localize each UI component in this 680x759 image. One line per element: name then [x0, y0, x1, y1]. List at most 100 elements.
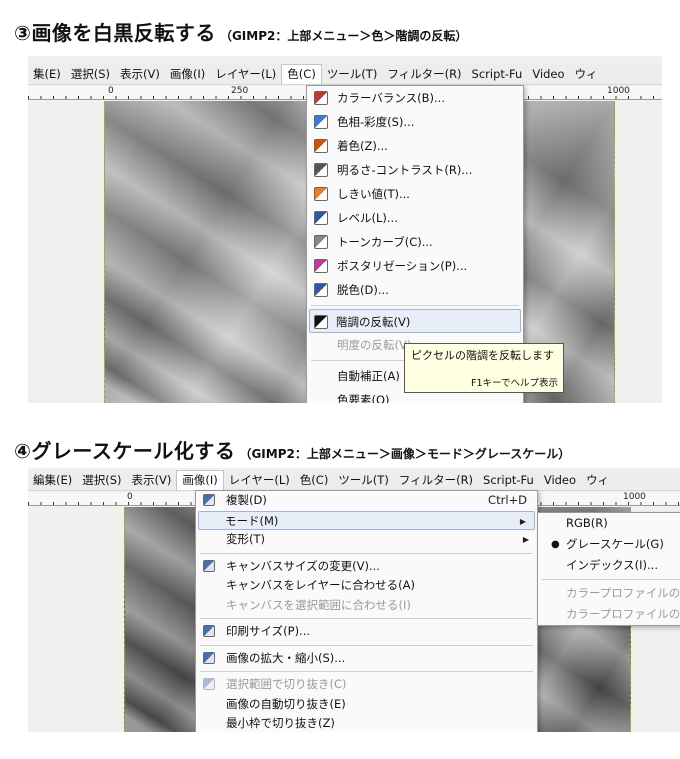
- color-balance-icon: [314, 91, 328, 105]
- gimp-screenshot-grayscale: 編集(E) 選択(S) 表示(V) 画像(I) レイヤー(L) 色(C) ツール(T) フィル…: [28, 468, 680, 732]
- menu-separator: [200, 552, 533, 554]
- menubar-item[interactable]: 選択(S): [66, 64, 115, 85]
- menubar-item[interactable]: レイヤー(L): [224, 470, 295, 491]
- submenu-item[interactable]: インデックス(I)...: [538, 555, 680, 576]
- menu-item[interactable]: 脱色(D)...: [307, 278, 523, 302]
- menu-item-label: 選択範囲で切り抜き(C): [226, 677, 347, 691]
- ruler-label: 0: [107, 86, 115, 96]
- menubar-item[interactable]: ウィ: [581, 470, 614, 491]
- menu-item-label: キャンバスを選択範囲に合わせる(I): [226, 597, 411, 612]
- menu-item-label: しきい値(T)...: [337, 187, 410, 201]
- menubar-item[interactable]: 選択(S): [77, 470, 126, 491]
- hue-saturation-icon: [314, 115, 328, 129]
- crop-icon: [203, 678, 215, 690]
- heading-title: 画像を白黒反転する: [31, 21, 216, 45]
- canvas-size-icon: [203, 559, 215, 572]
- menu-item-mode[interactable]: モード(M) ▶: [198, 510, 535, 530]
- submenu-item-label: インデックス(I)...: [566, 558, 658, 572]
- menu-item[interactable]: キャンバスをレイヤーに合わせる(A): [196, 576, 537, 596]
- menubar-item[interactable]: 画像(I): [176, 470, 224, 490]
- menubar: 編集(E) 選択(S) 表示(V) 画像(I) レイヤー(L) 色(C) ツール(T) フィル…: [28, 470, 680, 491]
- gimp-screenshot-invert: 集(E) 選択(S) 表示(V) 画像(I) レイヤー(L) 色(C) ツール(T) フィルタ…: [28, 56, 662, 403]
- menu-item-label: 自動補正(A): [337, 369, 400, 383]
- menubar-item[interactable]: ウィ: [570, 64, 603, 85]
- menu-separator: [200, 671, 533, 672]
- menu-item: 選択範囲で切り抜き(C): [196, 675, 537, 695]
- menu-item-label: 色相-彩度(S)...: [337, 115, 415, 129]
- curves-icon: [314, 235, 328, 249]
- menu-item-label: モード(M): [225, 513, 279, 528]
- menu-item-label: 複製(D): [226, 493, 267, 507]
- heading-title: グレースケール化する: [31, 439, 236, 463]
- tooltip-text: ピクセルの階調を反転します: [411, 349, 554, 362]
- menu-item-label: キャンバスをレイヤーに合わせる(A): [226, 578, 415, 592]
- menubar-item[interactable]: Video: [527, 64, 569, 85]
- menu-item-label: 明度の反転(V): [337, 338, 412, 352]
- menu-item[interactable]: 画像の自動切り抜き(E): [196, 695, 537, 715]
- menu-item-invert[interactable]: 階調の反転(V): [309, 309, 521, 333]
- menu-separator: [200, 618, 533, 619]
- menu-item-label: 脱色(D)...: [337, 283, 389, 297]
- menubar-item[interactable]: Video: [539, 470, 581, 491]
- menu-separator: [311, 305, 519, 306]
- menubar: 集(E) 選択(S) 表示(V) 画像(I) レイヤー(L) 色(C) ツール(T) フィルタ…: [28, 64, 662, 85]
- menu-item-label: 画像の自動切り抜き(E): [226, 696, 346, 711]
- ruler-label: 1000: [622, 492, 647, 502]
- menu-item[interactable]: キャンバスサイズの変更(V)...: [196, 557, 537, 577]
- menu-item-label: カラーバランス(B)...: [337, 91, 445, 105]
- menubar-item[interactable]: レイヤー(L): [210, 64, 281, 85]
- image-menu: 複製(D) Ctrl+D モード(M) ▶ 変形(T) ▶ キャンバスサイズの変更(V)..…: [195, 490, 538, 732]
- menubar-item[interactable]: 集(E): [28, 64, 66, 85]
- print-size-icon: [203, 625, 215, 637]
- menu-item-label: 最小枠で切り抜き(Z): [226, 716, 335, 730]
- ruler-label: 250: [230, 86, 250, 96]
- menubar-item[interactable]: ツール(T): [322, 64, 383, 85]
- menu-item-label: 明るさ-コントラスト(R)...: [337, 163, 473, 177]
- menu-item[interactable]: 着色(Z)...: [307, 134, 523, 158]
- section-heading-grayscale: ④グレースケール化する （GIMP2：上部メニュー＞画像＞モード＞グレースケール）: [14, 435, 570, 464]
- threshold-icon: [314, 187, 328, 201]
- menu-item[interactable]: しきい値(T)...: [307, 182, 523, 206]
- brightness-contrast-icon: [314, 163, 328, 177]
- menu-item[interactable]: 色相-彩度(S)...: [307, 110, 523, 134]
- duplicate-icon: [203, 494, 215, 506]
- menu-item[interactable]: 画像の拡大・縮小(S)...: [196, 649, 537, 669]
- menubar-item[interactable]: フィルター(R): [394, 470, 478, 491]
- menu-item-label: 階調の反転(V): [336, 315, 411, 329]
- submenu-item[interactable]: RGB(R): [538, 513, 680, 534]
- menubar-item[interactable]: 画像(I): [165, 64, 210, 85]
- menubar-item[interactable]: Script-Fu: [478, 470, 539, 491]
- menu-item[interactable]: 明るさ-コントラスト(R)...: [307, 158, 523, 182]
- heading-number: ③: [14, 21, 32, 45]
- menu-item[interactable]: カラーバランス(B)...: [307, 86, 523, 110]
- menu-item[interactable]: トーンカーブ(C)...: [307, 230, 523, 254]
- menubar-item[interactable]: 表示(V): [127, 470, 177, 491]
- menu-item-label: キャンバスサイズの変更(V)...: [226, 558, 380, 573]
- menu-item[interactable]: 最小枠で切り抜き(Z): [196, 714, 537, 732]
- tooltip-help: F1キーでヘルプ表示: [471, 378, 558, 389]
- menu-item[interactable]: 複製(D) Ctrl+D: [196, 491, 537, 511]
- menu-item[interactable]: 変形(T) ▶: [196, 530, 537, 550]
- menubar-item[interactable]: 編集(E): [28, 470, 77, 491]
- menubar-item[interactable]: 色(C): [281, 64, 322, 84]
- menubar-item[interactable]: 色(C): [295, 470, 334, 491]
- menu-item[interactable]: レベル(L)...: [307, 206, 523, 230]
- menu-item-label: ポスタリゼーション(P)...: [337, 259, 468, 273]
- submenu-item: カラープロファイルの: [538, 604, 680, 625]
- submenu-item-label: RGB(R): [566, 516, 608, 530]
- menubar-item[interactable]: 表示(V): [115, 64, 165, 85]
- menu-item-shortcut: Ctrl+D: [488, 493, 527, 507]
- invert-icon: [314, 315, 328, 329]
- menu-separator: [542, 579, 680, 580]
- menu-item[interactable]: 印刷サイズ(P)...: [196, 622, 537, 642]
- menubar-item[interactable]: フィルター(R): [382, 64, 466, 85]
- menu-item[interactable]: ポスタリゼーション(P)...: [307, 254, 523, 278]
- menubar-item[interactable]: ツール(T): [333, 470, 394, 491]
- submenu-item-label: グレースケール(G): [566, 537, 664, 551]
- mode-submenu: RGB(R) ● グレースケール(G) インデックス(I)... カラープロファイルのカ…: [537, 512, 680, 626]
- heading-note: （GIMP2：上部メニュー＞色＞階調の反転）: [219, 29, 468, 43]
- submenu-item[interactable]: ● グレースケール(G): [538, 534, 680, 555]
- ruler-label: 0: [126, 492, 134, 502]
- menubar-item[interactable]: Script-Fu: [467, 64, 528, 85]
- menu-item-label: 画像の拡大・縮小(S)...: [226, 650, 346, 665]
